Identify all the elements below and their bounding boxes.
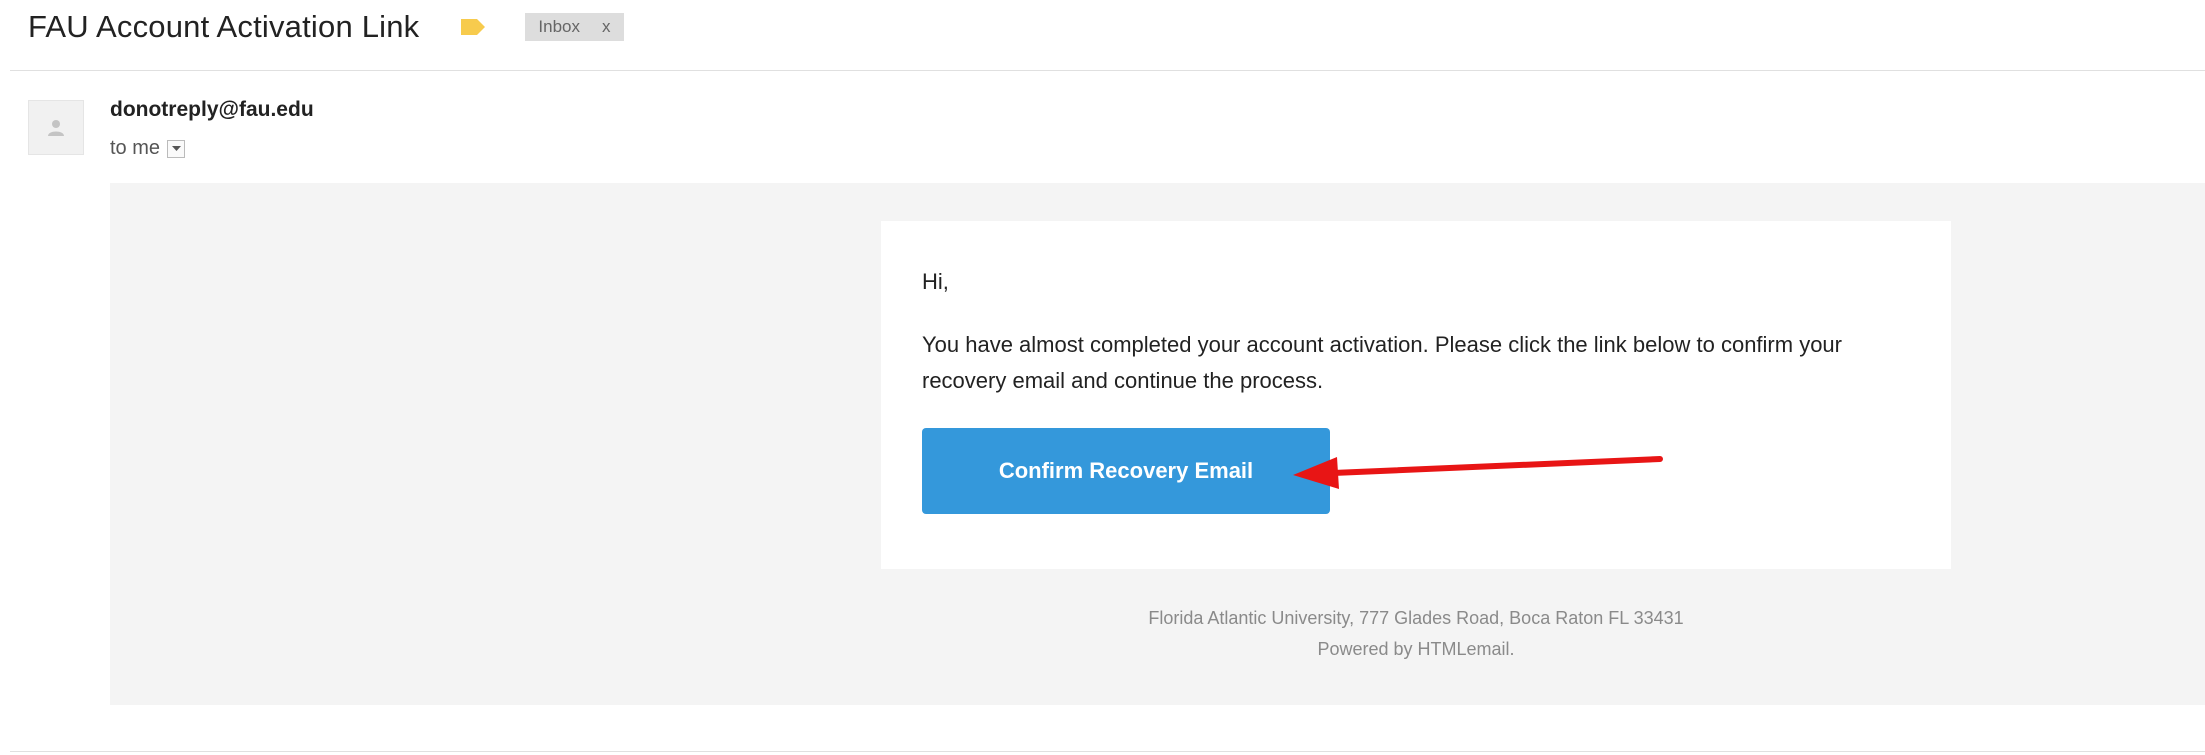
- email-body: Hi, You have almost completed your accou…: [110, 183, 2205, 705]
- footer-address: Florida Atlantic University, 777 Glades …: [1148, 608, 1684, 628]
- recipient-line: to me: [110, 137, 186, 160]
- sender-email[interactable]: donotreply@fau.edu: [110, 98, 314, 122]
- inbox-label-chip[interactable]: Inbox x: [525, 13, 625, 41]
- footer-powered-by: Powered by HTMLemail.: [1317, 639, 1515, 659]
- show-details-button[interactable]: [167, 139, 186, 158]
- confirm-recovery-email-button[interactable]: Confirm Recovery Email: [922, 428, 1330, 514]
- email-card: Hi, You have almost completed your accou…: [881, 221, 1951, 569]
- red-arrow-annotation: [1293, 456, 1663, 489]
- footer-divider: [10, 751, 2205, 752]
- header-divider: [10, 70, 2205, 71]
- label-tag-icon[interactable]: [461, 19, 486, 35]
- subject-bar: FAU Account Activation Link Inbox x: [28, 0, 625, 54]
- email-greeting: Hi,: [922, 269, 949, 294]
- caret-down-icon: [171, 145, 181, 151]
- remove-label-button[interactable]: x: [602, 17, 611, 37]
- person-icon: [48, 119, 64, 136]
- inbox-label-text: Inbox: [538, 17, 580, 36]
- email-subject: FAU Account Activation Link: [28, 9, 420, 44]
- recipient-text: to me: [110, 137, 161, 159]
- sender-avatar[interactable]: [28, 100, 84, 155]
- email-paragraph: You have almost completed your account a…: [922, 332, 1842, 393]
